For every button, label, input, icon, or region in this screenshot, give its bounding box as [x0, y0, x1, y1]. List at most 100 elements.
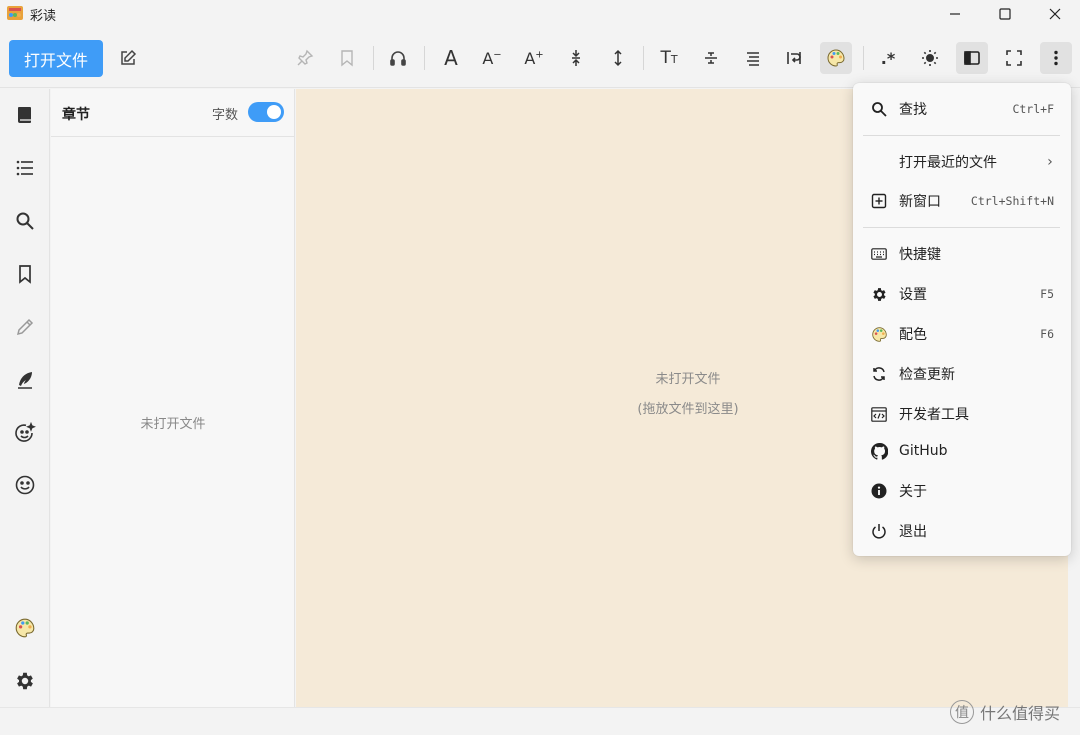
read-aloud-button[interactable]	[382, 42, 414, 74]
menu-item-label: 检查更新	[899, 367, 955, 383]
gear-icon	[870, 285, 888, 303]
chapters-title: 章节	[62, 107, 90, 123]
more-menu: 查找 Ctrl+F 打开最近的文件 › 新窗口 Ctrl+Shift+N 快捷键…	[853, 83, 1071, 556]
font-increase-letter: A	[524, 48, 536, 68]
menu-item-shortcuts[interactable]: 快捷键	[853, 237, 1071, 271]
font-size-icon: A	[444, 46, 458, 70]
menu-item-recent-files[interactable]: 打开最近的文件 ›	[853, 145, 1071, 179]
sidebar-item-search[interactable]	[9, 205, 41, 237]
text-wrap-button[interactable]	[778, 42, 810, 74]
sidebar-item-ai[interactable]	[9, 417, 41, 449]
menu-item-color-scheme[interactable]: 配色 F6	[853, 317, 1071, 351]
align-lines-icon	[747, 52, 759, 66]
sidebar-item-settings[interactable]	[9, 665, 41, 697]
bookmark-add-button[interactable]	[331, 42, 363, 74]
sidebar-item-emoji[interactable]	[9, 469, 41, 501]
more-vertical-icon	[1054, 50, 1058, 66]
compress-vertical-icon	[572, 50, 580, 66]
chevron-right-icon: ›	[1045, 154, 1054, 170]
quill-icon	[18, 372, 32, 389]
font-family-icon: TT	[660, 48, 677, 68]
sidebar-item-chapters[interactable]	[9, 152, 41, 184]
edit-button[interactable]	[112, 42, 144, 74]
github-icon	[870, 442, 888, 460]
font-decrease-letter: A	[482, 48, 494, 68]
sidebar-item-color-scheme[interactable]	[9, 612, 41, 644]
open-file-button[interactable]: 打开文件	[9, 40, 103, 77]
menu-item-label: 打开最近的文件	[899, 155, 997, 171]
menu-separator	[863, 227, 1060, 228]
toolbar-separator	[643, 46, 644, 70]
book-icon	[18, 107, 31, 123]
search-icon	[16, 212, 34, 230]
plus-square-icon	[870, 192, 888, 210]
menu-item-quit[interactable]: 退出	[853, 514, 1071, 548]
bookmark-icon	[341, 50, 353, 67]
alignment-button[interactable]	[737, 42, 769, 74]
sidebar-rail	[0, 89, 50, 707]
close-button[interactable]	[1030, 0, 1080, 28]
font-increase-button[interactable]: A+	[518, 42, 550, 74]
close-icon	[1049, 8, 1061, 20]
more-menu-button[interactable]	[1040, 42, 1072, 74]
list-icon	[16, 160, 33, 176]
toggle-sidebar-button[interactable]	[956, 42, 988, 74]
menu-item-new-window[interactable]: 新窗口 Ctrl+Shift+N	[853, 184, 1071, 218]
menu-item-label: 退出	[899, 524, 927, 540]
sun-icon	[922, 50, 938, 66]
color-scheme-button[interactable]	[820, 42, 852, 74]
menu-item-devtools[interactable]: 开发者工具	[853, 397, 1071, 431]
menu-item-github[interactable]: GitHub	[853, 434, 1071, 468]
menu-item-about[interactable]: 关于	[853, 474, 1071, 508]
power-icon	[870, 522, 888, 540]
menu-item-label: 关于	[899, 484, 927, 500]
menu-item-settings[interactable]: 设置 F5	[853, 277, 1071, 311]
font-family-button[interactable]: TT	[653, 42, 685, 74]
pin-button[interactable]	[289, 42, 321, 74]
chapters-empty-text: 未打开文件	[140, 417, 206, 432]
theme-toggle-button[interactable]	[914, 42, 946, 74]
font-family-letter: T	[660, 48, 671, 68]
search-icon	[870, 100, 888, 118]
regex-icon: .*	[880, 48, 896, 68]
menu-item-find[interactable]: 查找 Ctrl+F	[853, 92, 1071, 126]
palette-icon	[827, 49, 845, 67]
window-title: 彩读	[30, 9, 57, 24]
regex-button[interactable]: .*	[872, 42, 904, 74]
menu-item-label: 查找	[899, 102, 927, 118]
palette-icon	[15, 618, 35, 638]
font-increase-icon: A+	[524, 49, 543, 68]
font-size-button[interactable]: A	[435, 42, 467, 74]
wrap-icon	[787, 52, 801, 64]
sidebar-item-library[interactable]	[9, 99, 41, 131]
sidebar-item-bookmarks[interactable]	[9, 258, 41, 290]
fullscreen-icon	[1006, 50, 1022, 66]
line-height-button[interactable]	[602, 42, 634, 74]
chapters-header: 章节 字数	[51, 89, 295, 137]
menu-item-label: 配色	[899, 327, 927, 343]
minimize-button[interactable]	[930, 0, 980, 28]
maximize-button[interactable]	[980, 0, 1030, 28]
bookmark-icon	[19, 265, 31, 284]
wordcount-label: 字数	[212, 108, 239, 123]
emoji-sparkle-icon	[15, 422, 36, 442]
letter-spacing-button[interactable]	[560, 42, 592, 74]
sidebar-item-highlights[interactable]	[9, 311, 41, 343]
fullscreen-button[interactable]	[998, 42, 1030, 74]
palette-icon	[870, 325, 888, 343]
maximize-icon	[999, 8, 1011, 20]
toolbar-separator	[373, 46, 374, 70]
code-window-icon	[870, 405, 888, 423]
menu-item-label: GitHub	[899, 443, 948, 459]
paragraph-spacing-button[interactable]	[695, 42, 727, 74]
font-decrease-mark: −	[493, 49, 502, 61]
font-decrease-button[interactable]: A−	[476, 42, 508, 74]
watermark: 值 什么值得买	[950, 700, 1060, 724]
wordcount-toggle[interactable]	[248, 102, 284, 122]
menu-item-check-updates[interactable]: 检查更新	[853, 357, 1071, 391]
sidebar-item-notes[interactable]	[9, 364, 41, 396]
strikethrough-spacing-icon	[705, 52, 717, 64]
watermark-text: 什么值得买	[980, 704, 1061, 723]
pencil-icon	[16, 318, 34, 336]
keyboard-icon	[870, 245, 888, 263]
